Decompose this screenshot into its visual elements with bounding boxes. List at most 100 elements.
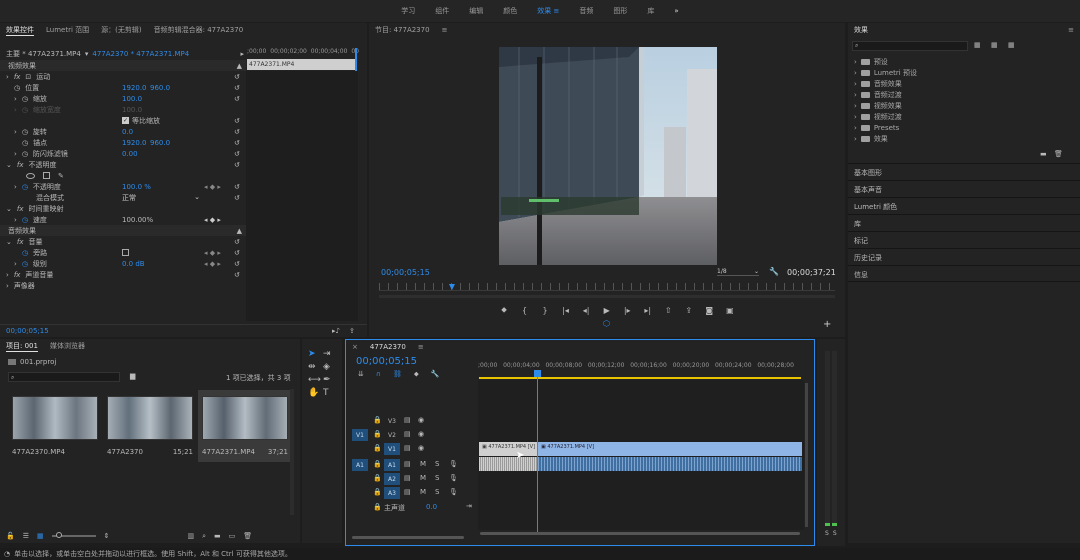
timeline-v-scrollbar[interactable] [805,383,808,527]
position-x-value[interactable]: 1920.0 [122,84,147,92]
eye-icon[interactable]: ◉ [418,444,424,452]
expand-chevron-icon[interactable]: › [854,135,857,143]
nest-toggle-icon[interactable]: ⇊ [358,370,364,379]
reset-icon[interactable]: ↺ [234,194,240,202]
reset-icon[interactable]: ↺ [234,150,240,158]
reset-icon[interactable]: ↺ [234,139,240,147]
folder-video-transitions[interactable]: › 视频过渡 [854,111,1034,122]
pen-mask-icon[interactable]: ✎ [58,172,64,180]
stopwatch-icon[interactable]: ◷ [22,260,28,268]
motion-transform-icon[interactable]: ⊡ [25,73,31,81]
export-frame-icon[interactable]: ⇪ [349,327,355,335]
reset-icon[interactable]: ↺ [234,161,240,169]
timeline-ruler[interactable]: ;00;00 00;00;04;00 00;00;08;00 00;00;12;00 0… [478,362,804,378]
delete-icon[interactable]: 🗑 [1054,150,1063,158]
compare-view-icon[interactable]: ▣ [723,304,737,316]
track-label[interactable]: A3 [384,487,400,499]
sync-lock-icon[interactable]: ▤ [404,416,411,424]
sync-lock-icon[interactable]: ▤ [404,430,411,438]
section-essential-sound[interactable]: 基本声音 [848,180,1080,197]
type-tool-icon[interactable]: T [323,388,338,398]
lock-icon[interactable]: 🔒 [373,430,382,438]
work-area-bar[interactable] [479,377,801,379]
keyframe-nav-icon[interactable]: ◂ ◆ ▸ [204,216,221,224]
track-select-tool-icon[interactable]: ⇥ [323,349,338,359]
folder-audio-effects[interactable]: › 音频效果 [854,78,1034,89]
lock-icon[interactable]: 🔒 [373,460,382,468]
menu-editing[interactable]: 编辑 [469,6,483,16]
position-y-value[interactable]: 960.0 [150,84,170,92]
go-to-end-icon[interactable]: ⇥ [466,502,472,510]
menu-learn[interactable]: 学习 [401,6,415,16]
video-clip-v1-b[interactable]: ▣ 477A2371.MP4 [V] [538,442,802,456]
fx-motion[interactable]: › fx ⊡ 运动 ↺ [0,71,240,82]
stopwatch-icon[interactable]: ◷ [22,183,28,191]
folder-video-effects[interactable]: › 视频效果 [854,100,1034,111]
go-to-in-icon[interactable]: |◂ [559,304,573,316]
mic-icon[interactable]: 🎙 [449,474,458,482]
expand-chevron-icon[interactable]: ⌄ [6,161,12,169]
audio-clip-a1-b[interactable] [538,457,802,471]
zoom-slider[interactable] [51,532,96,538]
effects-title[interactable]: 效果 [854,25,868,35]
ellipse-mask-icon[interactable] [26,172,35,179]
lock-icon[interactable]: 🔒 [373,488,382,496]
mic-icon[interactable]: 🎙 [449,488,458,496]
anti-flicker-value[interactable]: 0.00 [122,150,138,158]
rotation-value[interactable]: 0.0 [122,128,133,136]
opacity-value[interactable]: 100.0 % [122,183,151,191]
anchor-x-value[interactable]: 1920.0 [122,139,147,147]
section-info[interactable]: 信息 [848,265,1080,282]
vr-settings-icon[interactable]: ⬡ [603,319,610,328]
reset-icon[interactable]: ↺ [234,95,240,103]
menu-libraries[interactable]: 库 [647,6,654,16]
menu-icon[interactable]: ≡ [1068,26,1074,34]
eye-icon[interactable]: ◉ [418,430,424,438]
menu-more-button[interactable]: » [674,7,678,15]
camera-export-frame-icon[interactable]: ◙ [702,304,716,316]
play-icon[interactable]: ▶ [600,304,614,316]
lock-icon[interactable]: 🔒 [373,444,382,452]
snap-icon[interactable]: ∩ [376,370,381,379]
slip-tool-icon[interactable]: ⟷ [308,375,323,385]
mute-button[interactable]: M [420,474,426,482]
sync-lock-icon[interactable]: ▤ [404,444,411,452]
track-label[interactable]: V2 [384,429,400,441]
expand-chevron-icon[interactable]: › [14,216,17,224]
collapse-icon[interactable]: ▲ [237,62,242,70]
list-view-icon[interactable]: ☰ [23,532,29,540]
close-icon[interactable]: × [352,343,358,351]
speed-value[interactable]: 100.00% [122,216,153,224]
play-triangle-icon[interactable]: ▸ [240,50,244,58]
effect-controls-timecode[interactable]: 00;00;05;15 [6,327,49,335]
stopwatch-icon[interactable]: ◷ [22,128,28,136]
level-value[interactable]: 0.0 dB [122,260,145,268]
video-frame[interactable] [499,47,717,265]
automate-to-sequence-icon[interactable]: ▥ [188,532,195,540]
play-only-audio-icon[interactable]: ▸♪ [332,327,340,335]
mute-button[interactable]: M [420,460,426,468]
32bit-effects-icon[interactable]: ▦ [991,41,998,49]
reset-icon[interactable]: ↺ [234,260,240,268]
reset-icon[interactable]: ↺ [234,271,240,279]
timeline-scrollbar[interactable] [352,536,464,539]
stopwatch-icon[interactable]: ◷ [22,249,28,257]
lift-icon[interactable]: ⇧ [661,304,675,316]
expand-chevron-icon[interactable]: › [6,271,9,279]
step-back-icon[interactable]: ◂| [579,304,593,316]
reset-icon[interactable]: ↺ [234,128,240,136]
folder-presets[interactable]: › 预设 [854,56,1034,67]
stopwatch-icon[interactable]: ◷ [22,139,28,147]
tab-lumetri-scopes[interactable]: Lumetri 范围 [46,25,89,35]
thumbnail[interactable] [202,396,288,440]
ripple-edit-tool-icon[interactable]: ⇹ [308,362,323,372]
expand-chevron-icon[interactable]: › [854,80,857,88]
sync-lock-icon[interactable]: ▤ [404,474,411,482]
section-history[interactable]: 历史记录 [848,248,1080,265]
source-patch-a[interactable]: A1 [352,459,368,471]
checkbox-checked-icon[interactable]: ✓ [122,117,129,124]
master-volume[interactable]: 0.0 [426,503,437,511]
menu-color[interactable]: 颜色 [503,6,517,16]
rect-mask-icon[interactable] [43,172,50,179]
step-forward-icon[interactable]: |▸ [620,304,634,316]
